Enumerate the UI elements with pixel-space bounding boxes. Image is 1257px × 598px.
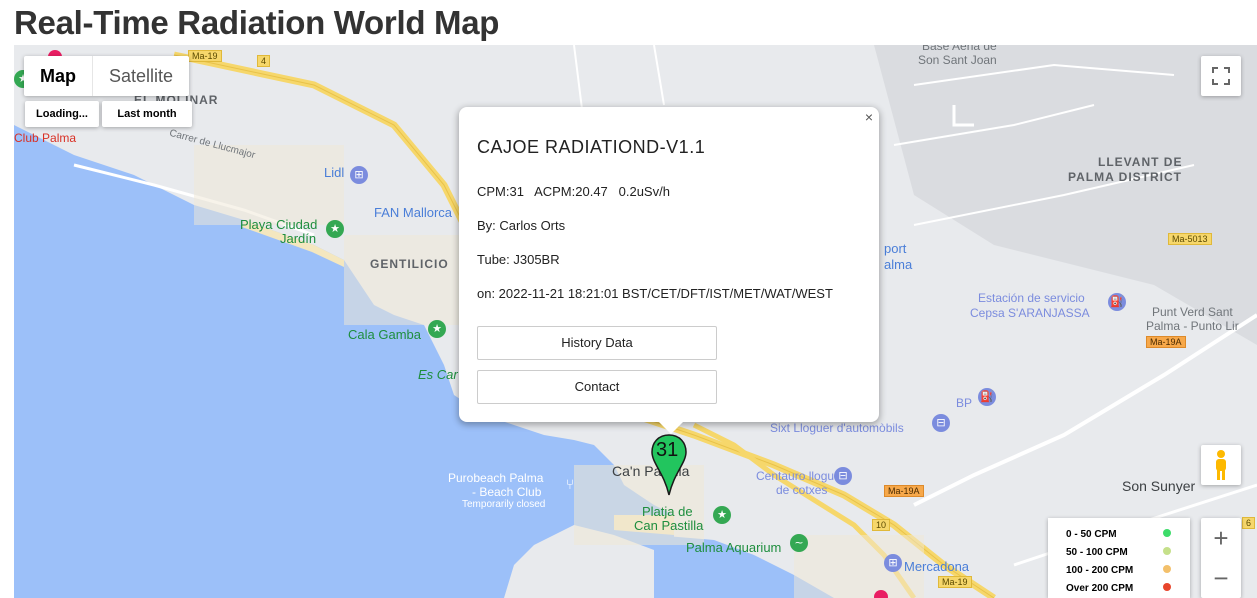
map-label-es-car: Es Car [418,367,458,382]
legend-label-over-200: Over 200 CPM [1066,583,1134,594]
legend-dot-50-100 [1163,547,1171,555]
map-label-centauro-2: de cotxes [776,483,828,497]
map-label-fan: FAN Mallorca [374,205,453,220]
legend-label-100-200: 100 - 200 CPM [1066,565,1134,576]
close-icon[interactable]: × [865,109,873,125]
zoom-in-button[interactable]: + [1213,518,1228,558]
cpm-legend: 0 - 50 CPM 50 - 100 CPM 100 - 200 CPM Ov… [1048,518,1190,598]
map-label-aquarium: Palma Aquarium [686,540,782,555]
map-label-platja-1: Platja de [642,504,693,519]
legend-dot-100-200 [1163,565,1171,573]
map-type-map-button[interactable]: Map [24,56,92,96]
map-label-lidl: Lidl [324,165,345,180]
aquarium-icon[interactable]: ~ [790,534,808,552]
sensor-info-popup: × CAJOE RADIATIOND-V1.1 CPM:31 ACPM:20.4… [459,107,879,434]
car-rental-icon[interactable]: ⊟ [932,414,950,432]
popup-readings: CPM:31 ACPM:20.47 0.2uSv/h [477,184,670,199]
zoom-out-button[interactable]: − [1213,558,1228,598]
fullscreen-button[interactable] [1201,56,1241,96]
radiation-marker-value: 31 [656,439,679,461]
last-month-button[interactable]: Last month [102,101,192,127]
map-label-purobeach-2: - Beach Club [472,485,542,499]
popup-title: CAJOE RADIATIOND-V1.1 [477,137,706,157]
road-sign-ma19a-b: Ma-19A [884,485,924,497]
map-label-airport-1: port [884,241,907,256]
map-label-club-palma: Club Palma [14,131,77,145]
map-label-centauro-1: Centauro lloguer [756,469,845,483]
map-label-punt-2: Palma - Punto Lir [1146,319,1239,333]
popup-tail [659,422,683,434]
road-sign-ma19-b: Ma-19 [938,576,972,588]
gas-station-icon[interactable]: ⛽ [1108,293,1126,311]
zoom-control: + − [1201,518,1241,598]
loading-button[interactable]: Loading... [25,101,99,127]
popup-timestamp: on: 2022-11-21 18:21:01 BST/CET/DFT/IST/… [477,286,833,301]
map-label-estacion-1: Estación de servicio [978,291,1085,305]
map-label-base-aerea: Base Aèria de [922,45,997,53]
map-label-llevant-1: LLEVANT DE [1098,155,1183,169]
shopping-cart-icon[interactable]: ⊞ [350,166,368,184]
map-label-airport-2: alma [884,257,913,272]
map-label-cala-gamba: Cala Gamba [348,327,421,342]
road-sign-6: 6 [1242,517,1256,529]
place-icon[interactable] [874,590,888,598]
map-label-purobeach-1: Purobeach Palma [448,471,544,485]
map-label-gentilicio: GENTILICIO [370,257,449,271]
map-label-mercadona: Mercadona [904,559,970,574]
road-sign-ma19-a: Ma-19 [188,50,222,62]
car-rental-icon[interactable]: ⊟ [834,467,852,485]
park-icon[interactable]: ★ [713,506,731,524]
map-label-platja-2: Can Pastilla [634,518,704,533]
map-label-estacion-2: Cepsa S'ARANJASSA [970,306,1090,320]
shopping-cart-icon[interactable]: ⊞ [884,554,902,572]
legend-dot-0-50 [1163,529,1171,537]
map-label-sixt: Sixt Lloguer d'automòbils [770,421,904,435]
popup-author: By: Carlos Orts [477,218,566,233]
park-icon[interactable]: ★ [428,320,446,338]
page-title: Real-Time Radiation World Map [14,4,500,41]
map-label-bp: BP [956,396,973,410]
legend-dot-over-200 [1163,583,1171,591]
road-sign-ma5013: Ma-5013 [1168,233,1212,245]
map-label-playa-ciudad: Playa Ciudad [240,217,318,232]
map-type-control: Map Satellite [24,56,190,96]
fullscreen-icon [1212,67,1230,85]
gas-station-icon[interactable]: ⛽ [978,388,996,406]
legend-label-50-100: 50 - 100 CPM [1066,547,1128,558]
street-view-pegman-icon [1216,450,1226,480]
restaurant-icon[interactable]: ⑂ [561,476,579,494]
history-data-button[interactable]: History Data [477,326,717,360]
map-label-purobeach-3: Temporarily closed [462,499,546,510]
map-label-son-sunyer: Son Sunyer [1122,478,1196,494]
map-label-llevant-2: PALMA DISTRICT [1068,170,1182,184]
popup-tube: Tube: J305BR [477,252,560,267]
radiation-map[interactable]: EL MOLINAR Club Palma Carrer de Llucmajo… [14,45,1257,598]
road-sign-10: 10 [872,519,891,531]
contact-button[interactable]: Contact [477,370,717,404]
street-view-button[interactable] [1201,445,1241,485]
map-label-punt-1: Punt Verd Sant [1152,305,1233,319]
map-label-jardin: Jardín [280,231,317,246]
road-sign-ma19a-a: Ma-19A [1146,336,1186,348]
legend-label-0-50: 0 - 50 CPM [1066,529,1117,540]
map-type-satellite-button[interactable]: Satellite [92,56,189,96]
map-label-son-sant-joan: Son Sant Joan [918,53,997,67]
park-icon[interactable]: ★ [326,220,344,238]
road-sign-4: 4 [257,55,271,67]
